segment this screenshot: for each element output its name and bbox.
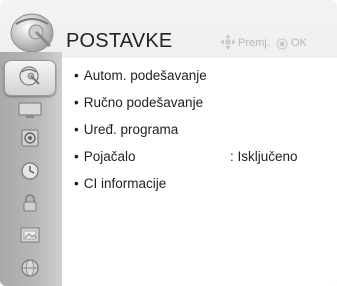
picture-frame-icon [19,225,41,250]
menu-title: POSTAVKE [66,30,173,52]
move-hint-label: Premj. [238,37,270,49]
ok-hint-label: OK [291,37,307,49]
menu-item-ci-information[interactable]: • CI informacije [74,176,166,191]
clock-icon [19,160,41,187]
tab-picture[interactable] [9,100,51,124]
move-arrows-icon [220,34,236,55]
setup-menu-window: POSTAVKE Premj. OK • Autom. podešavanje … [0,0,337,286]
tab-lock[interactable] [9,193,51,217]
globe-icon [19,257,41,284]
menu-item-auto-tuning[interactable]: • Autom. podešavanje [74,68,207,83]
menu-item-label: Pojačalo [83,149,136,164]
tab-time[interactable] [9,161,51,185]
tab-audio[interactable] [9,128,51,152]
settings-list: • Autom. podešavanje • Ručno podešavanje •… [62,58,337,286]
booster-value: : Isključeno [230,149,298,164]
satellite-dish-icon [18,65,42,92]
menu-item-label: CI informacije [83,176,167,191]
menu-item-program-edit[interactable]: • Uređ. programa [74,122,178,137]
menu-item-label: Uređ. programa [83,122,179,137]
satellite-dish-icon [6,8,58,54]
menu-item-label: Ručno podešavanje [83,95,204,110]
tab-setup[interactable] [4,60,56,96]
menu-item-booster[interactable]: • Pojačalo : Isključeno [74,149,298,164]
speaker-icon [19,127,41,154]
tab-input[interactable] [9,258,51,282]
tab-option[interactable] [9,225,51,249]
ok-button-icon [276,37,288,55]
menu-item-manual-tuning[interactable]: • Ručno podešavanje [74,95,203,110]
tv-screen-icon [17,101,43,124]
lock-icon [20,192,40,219]
menu-item-label: Autom. podešavanje [83,68,207,83]
